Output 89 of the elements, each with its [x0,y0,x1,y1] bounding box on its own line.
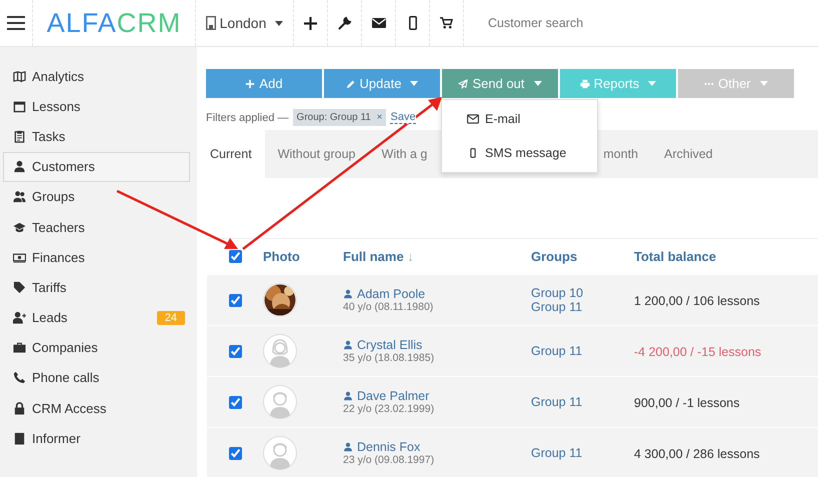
group-link[interactable]: Group 11 [531,300,634,314]
user-plus-icon [13,311,26,324]
sidebar-item[interactable]: Finances [3,242,190,272]
sidebar-item[interactable]: Teachers [3,212,190,242]
balance-text: -4 200,00 / -15 lessons [634,344,762,358]
customer-name-link[interactable]: Crystal Ellis [357,338,422,352]
map-icon [13,70,26,83]
menu-item[interactable]: E-mail [442,102,597,136]
select-all-checkbox[interactable] [228,250,242,263]
sidebar-item[interactable]: Tariffs [3,272,190,302]
plus-icon [245,78,256,88]
lock-icon [13,402,26,415]
age-text: 40 y/o (08.11.1980) [343,301,434,313]
banknote-icon [13,250,26,264]
toolbar-button[interactable]: Send out [442,69,558,98]
calendar-icon [13,100,26,113]
user-icon [343,391,353,401]
customer-name-link[interactable]: Dennis Fox [357,440,420,454]
balance-text: 1 200,00 / 106 lessons [634,294,760,308]
balance-text: 4 300,00 / 286 lessons [634,446,760,460]
tab[interactable]: Current [197,130,265,178]
book-icon [13,432,26,445]
group-link[interactable]: Group 11 [531,395,634,409]
column-header[interactable]: Groups [531,249,634,264]
balance-text: 900,00 / -1 lessons [634,396,740,410]
tab[interactable]: Archived [651,130,726,178]
user-icon [343,340,353,350]
filter-chip[interactable]: Group: Group 11 × [292,109,386,126]
caret-icon [534,81,542,86]
sidebar-item[interactable]: Informer [3,423,190,454]
clipboard-icon [13,130,26,143]
avatar-icon [263,385,297,419]
sidebar-item[interactable]: Lessons [3,91,190,122]
cart-icon [440,17,453,29]
remove-filter-button[interactable]: × [376,112,382,123]
sidebar-item[interactable]: Tasks [3,121,190,152]
toolbar-button[interactable]: Update [324,69,440,98]
envelope-icon [372,18,386,28]
sidebar-item[interactable]: Leads 24 [3,302,190,333]
group-link[interactable]: Group 11 [531,344,634,358]
tab[interactable]: Without group [264,130,369,178]
avatar-icon [263,334,297,368]
menu-item[interactable]: SMS message [442,136,597,170]
row-checkbox[interactable] [228,344,242,358]
sidebar-item[interactable]: Phone calls [3,362,190,394]
wrench-icon [338,16,352,30]
sidebar-item[interactable]: CRM Access [3,393,190,424]
tag-icon [13,280,26,294]
caret-icon [410,81,418,86]
group-link[interactable]: Group 11 [531,446,634,460]
customer-name-link[interactable]: Adam Poole [357,287,426,301]
column-header[interactable]: Full name ↓ [343,249,531,264]
sidebar-item[interactable]: Companies [3,332,190,363]
row-checkbox[interactable] [228,396,242,408]
graduation-cap-icon [13,220,26,234]
count-badge: 24 [156,310,185,325]
group-link[interactable]: Group 10 [531,286,634,300]
pencil-icon [346,78,356,88]
caret-icon [275,20,284,26]
age-text: 22 y/o (23.02.1999) [343,403,436,415]
building-icon [206,16,216,30]
age-text: 23 y/o (09.08.1997) [343,454,436,466]
customer-name-link[interactable]: Dave Palmer [357,389,430,403]
briefcase-icon [13,341,26,354]
user-icon [343,442,353,452]
caret-icon [760,81,768,86]
avatar-icon [263,436,297,470]
phone-icon [13,371,26,384]
printer-icon [580,78,590,88]
plus-icon [304,16,317,30]
user-icon [13,160,26,174]
paper-plane-icon [458,78,468,88]
toolbar-button[interactable]: Add [206,69,322,98]
filters-label: Filters applied — [206,112,289,124]
users-icon [13,190,26,204]
sidebar-item[interactable]: Analytics [3,61,190,92]
caret-icon [648,81,656,86]
envelope-icon [467,114,479,124]
column-header[interactable]: Photo [263,249,300,264]
save-link[interactable]: Save [390,111,416,124]
menu-icon [7,16,25,30]
user-icon [343,289,353,299]
row-checkbox[interactable] [228,294,242,306]
sidebar-item[interactable]: Customers [3,152,190,182]
age-text: 35 y/o (18.08.1985) [343,352,436,364]
row-checkbox[interactable] [228,446,242,460]
mobile-phone-icon [408,16,416,30]
column-header[interactable]: Total balance [634,249,716,264]
sidebar-item[interactable]: Groups [3,182,190,212]
